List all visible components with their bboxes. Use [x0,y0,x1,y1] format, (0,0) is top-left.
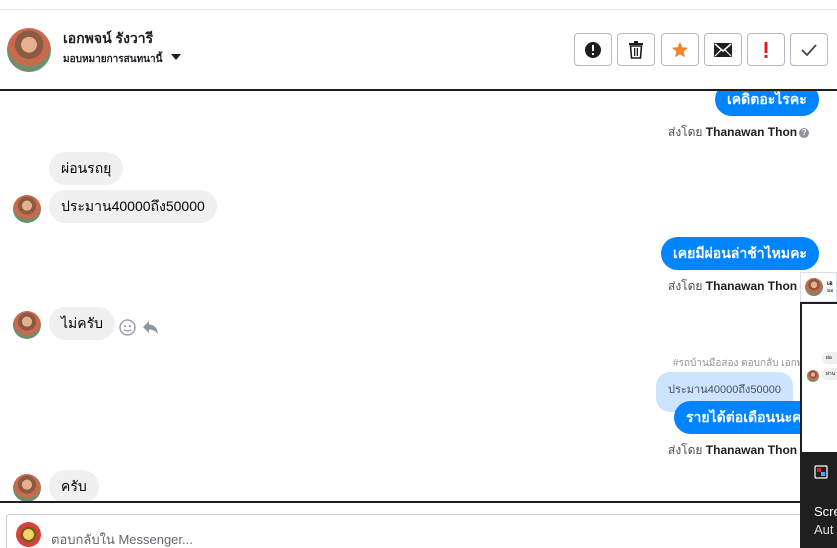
customer-avatar [13,474,41,501]
exclamation-icon [764,41,768,58]
smiley-icon[interactable] [119,319,136,336]
assign-conversation-label[interactable]: มอบหมายการสนทนานี้ [63,52,162,67]
customer-avatar [13,311,41,339]
star-button[interactable] [661,33,699,66]
composer-placeholder[interactable]: ตอบกลับใน Messenger... [51,529,193,548]
sent-by-label: ส่งโดย Thanawan Thon [668,441,797,460]
toast-title: Scre [814,504,837,519]
agent-message[interactable]: รายได้ต่อเดือนนะคะ [674,401,822,434]
page-avatar [16,522,41,547]
preview-bubble: ผ่อ [822,352,837,364]
important-button[interactable] [747,33,785,66]
toast-subtitle: Aut [814,522,834,537]
screenshot-toast[interactable]: Scre Aut [800,452,837,548]
preview-bubble: ผ่าน [822,368,837,380]
customer-message[interactable]: ประมาน40000ถึง50000 [49,190,217,223]
customer-message[interactable]: ไม่ครับ [49,307,116,340]
message-thread[interactable]: เคดิตอะไรคะ ส่งโดย Thanawan Thon? ผ่อนรถ… [0,91,837,501]
sent-by-prefix: ส่งโดย [668,443,703,457]
reply-icon[interactable] [142,320,159,335]
sent-by-prefix: ส่งโดย [668,125,703,139]
sent-by-prefix: ส่งโดย [668,279,703,293]
customer-message[interactable]: ครับ [49,470,99,501]
preview-window[interactable]: ผ่อ ผ่าน [800,302,837,452]
preview-header[interactable]: เอ มอ [800,272,837,302]
reply-composer[interactable]: ตอบกลับใน Messenger... [6,514,826,548]
message-actions [119,319,159,336]
agent-message[interactable]: เคดิตอะไรคะ [715,91,819,116]
star-icon [672,41,688,57]
customer-avatar [13,195,41,223]
trash-icon [629,40,643,59]
customer-message[interactable]: ผ่อนรถยุ [49,152,124,185]
contact-avatar[interactable] [7,28,51,72]
composer-divider [0,501,837,503]
alert-circle-button[interactable] [574,33,612,66]
sent-by-label: ส่งโดย Thanawan Thon [668,277,797,296]
sent-by-label: ส่งโดย Thanawan Thon? [668,123,810,142]
delete-button[interactable] [617,33,655,66]
agent-message[interactable]: เคยมีผ่อนล่าช้าไหมคะ [661,237,819,270]
exclamation-circle-icon [585,41,601,58]
preview-subtext: มอ [827,288,834,294]
chevron-down-icon[interactable] [171,54,181,60]
conversation-header: เอกพจน์ รังวารี มอบหมายการสนทนานี้ [0,10,837,90]
sent-by-name: Thanawan Thon [705,125,798,139]
contact-name[interactable]: เอกพจน์ รังวารี [63,28,153,50]
preview-avatar [807,370,819,382]
screenshot-app-icon [814,465,828,479]
preview-avatar [805,278,823,296]
done-button[interactable] [790,33,828,66]
sent-by-name: Thanawan Thon [705,443,798,457]
sent-by-name: Thanawan Thon [705,279,798,293]
help-icon[interactable]: ? [799,128,810,138]
checkmark-icon [801,43,817,56]
envelope-icon [714,42,732,57]
mail-button[interactable] [704,33,742,66]
reply-context-note: #รถบ้านมือสอง ตอบกลับ เอกพ [673,358,804,369]
